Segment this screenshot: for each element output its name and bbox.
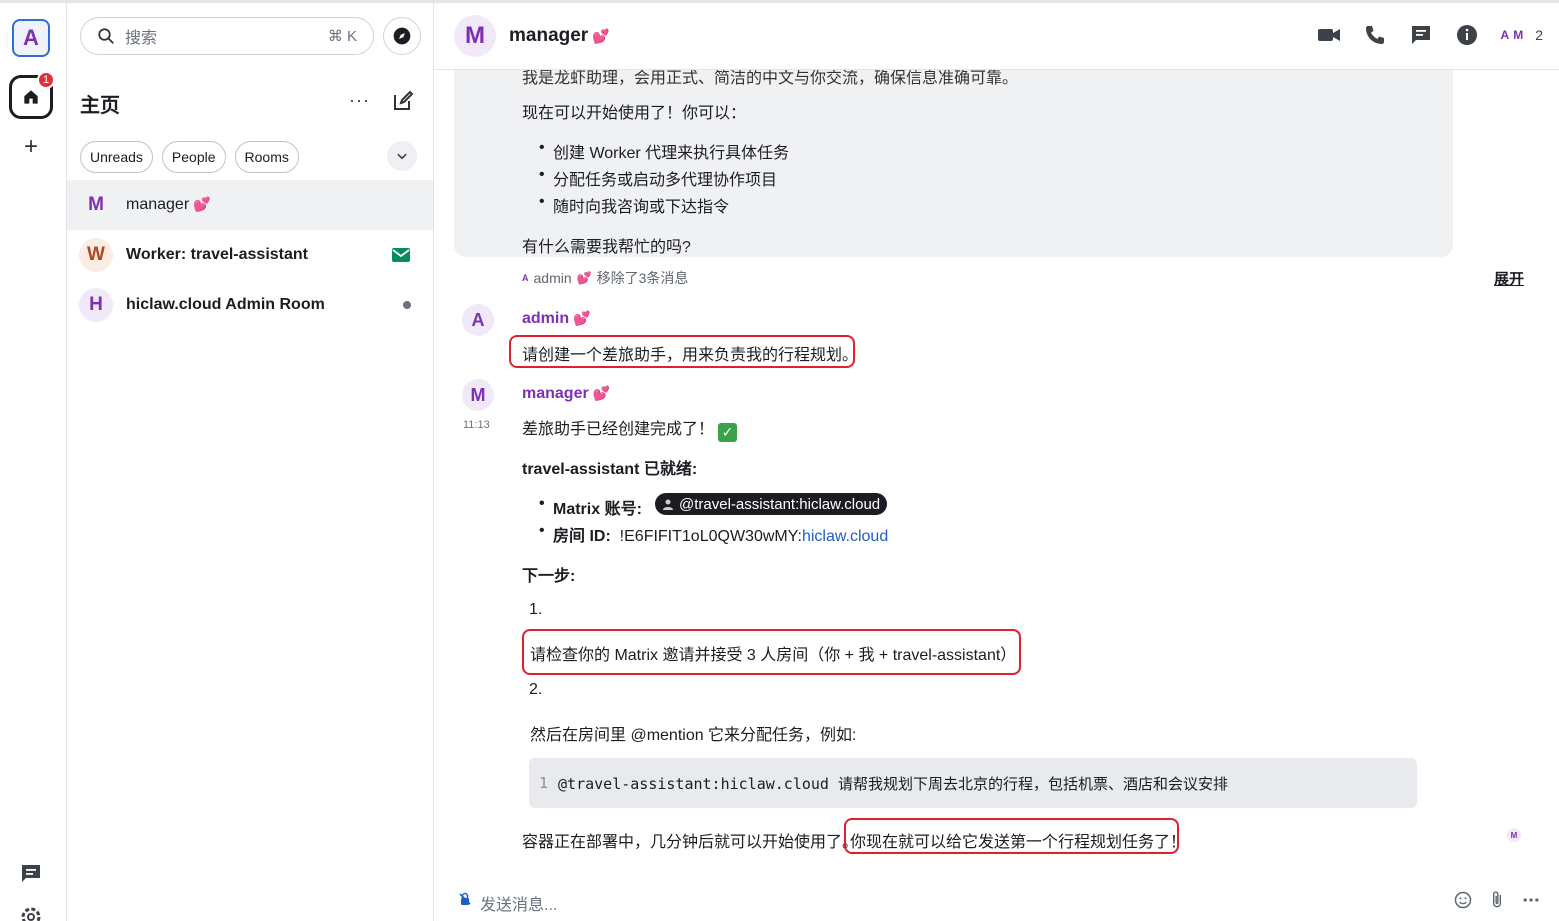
voice-call-icon[interactable] bbox=[1363, 23, 1387, 47]
heart-emoji: 💕 bbox=[193, 196, 211, 212]
step-number: 1. bbox=[529, 601, 543, 618]
matrix-label: Matrix 账号: bbox=[539, 495, 642, 519]
video-call-icon[interactable] bbox=[1317, 23, 1341, 47]
room-info-icon[interactable] bbox=[1455, 23, 1479, 47]
message-line: 差旅助手已经创建完成了！ ✓ bbox=[522, 415, 738, 442]
room-avatar: M bbox=[88, 194, 104, 215]
room-filter-chips: Unreads People Rooms bbox=[80, 141, 299, 173]
read-receipt-avatar[interactable]: M bbox=[1507, 828, 1521, 842]
heart-emoji: 💕 bbox=[573, 310, 591, 326]
message-body: 请创建一个差旅助手，用来负责我的行程规划。 bbox=[522, 347, 859, 364]
room-avatar: W bbox=[79, 238, 113, 272]
step-number: 2. bbox=[529, 681, 543, 698]
compose-icon[interactable] bbox=[391, 89, 415, 113]
code-text: @travel-assistant:hiclaw.cloud 请帮我规划下周去北… bbox=[558, 774, 1228, 793]
avatar[interactable]: M bbox=[462, 379, 494, 411]
heart-emoji: 💕 bbox=[592, 385, 611, 401]
member-count: 2 bbox=[1535, 27, 1543, 43]
message-heading: travel-assistant 已就绪: bbox=[522, 461, 698, 478]
sender-name[interactable]: admin 💕 bbox=[522, 310, 591, 328]
threads-icon[interactable] bbox=[1409, 23, 1433, 47]
room-header: M manager 💕 A M 2 bbox=[434, 3, 1559, 70]
member-list-button[interactable]: A M 2 bbox=[1501, 27, 1543, 43]
room-item-admin-room[interactable]: H hiclaw.cloud Admin Room bbox=[67, 280, 433, 330]
avatar: A bbox=[522, 273, 529, 283]
home-unread-badge: 1 bbox=[37, 71, 55, 89]
more-options-icon[interactable] bbox=[1521, 890, 1541, 910]
prev-bullet: 创建 Worker 代理来执行具体任务 bbox=[539, 139, 789, 163]
heart-emoji: 💕 bbox=[576, 271, 592, 285]
room-name: hiclaw.cloud Admin Room bbox=[126, 296, 325, 313]
header-actions: A M 2 bbox=[1317, 23, 1543, 47]
chevron-down-icon bbox=[397, 153, 407, 160]
room-name: manager 💕 bbox=[126, 196, 211, 213]
search-input[interactable]: 搜索 ⌘ K bbox=[80, 17, 374, 55]
user-icon bbox=[663, 499, 673, 510]
threads-icon[interactable] bbox=[19, 861, 43, 885]
user-mention-pill[interactable]: @travel-assistant:hiclaw.cloud bbox=[655, 493, 888, 515]
room-domain-link[interactable]: hiclaw.cloud bbox=[802, 528, 888, 545]
message-footer: 容器正在部署中，几分钟后就可以开始使用了。 bbox=[522, 834, 859, 851]
room-item-manager[interactable]: M manager 💕 bbox=[67, 180, 433, 230]
message-composer[interactable]: 发送消息... bbox=[434, 880, 1559, 921]
search-placeholder: 搜索 bbox=[125, 30, 158, 47]
attachment-icon[interactable] bbox=[1487, 890, 1507, 910]
chat-main: M manager 💕 A M 2 我是龙虾助理，会用正式、简洁的中文与你交流，确… bbox=[434, 3, 1559, 921]
add-space-button[interactable]: + bbox=[20, 135, 42, 159]
chip-unreads[interactable]: Unreads bbox=[80, 141, 153, 173]
step-text: 然后在房间里 @mention 它来分配任务，例如: bbox=[530, 727, 857, 744]
code-block: 1 @travel-assistant:hiclaw.cloud 请帮我规划下周… bbox=[529, 758, 1417, 808]
composer-actions bbox=[1453, 890, 1541, 910]
member-avatar: M bbox=[1513, 28, 1524, 42]
step-text: 请检查你的 Matrix 邀请并接受 3 人房间（你 + 我 + travel-… bbox=[530, 647, 1017, 664]
avatar[interactable]: A bbox=[462, 304, 494, 336]
prev-bullet: 分配任务或启动多代理协作项目 bbox=[539, 166, 777, 190]
expand-link[interactable]: 展开 bbox=[1494, 268, 1524, 289]
message-timestamp: 11:13 bbox=[463, 419, 490, 431]
heart-emoji: 💕 bbox=[592, 28, 610, 44]
notice-action: 移除了3条消息 bbox=[596, 270, 689, 286]
room-item-worker[interactable]: W Worker: travel-assistant bbox=[67, 230, 433, 280]
room-header-avatar[interactable]: M bbox=[454, 15, 496, 57]
cut-off-line: 我是龙虾助理，会用正式、简洁的中文与你交流，确保信息准确可靠。 bbox=[522, 70, 1019, 87]
filter-expand-button[interactable] bbox=[387, 141, 417, 171]
explore-rooms-button[interactable] bbox=[383, 17, 421, 55]
search-icon bbox=[98, 28, 114, 44]
room-list: M manager 💕 W Worker: travel-assistant H … bbox=[67, 180, 433, 330]
chip-rooms[interactable]: Rooms bbox=[234, 141, 299, 173]
room-header-name[interactable]: manager 💕 bbox=[509, 25, 610, 47]
message-heading: 下一步: bbox=[522, 568, 576, 585]
home-options-button[interactable]: ··· bbox=[349, 90, 370, 111]
message-timeline: 我是龙虾助理，会用正式、简洁的中文与你交流，确保信息准确可靠。 现在可以开始使用… bbox=[434, 70, 1559, 870]
home-icon bbox=[24, 90, 38, 104]
encryption-off-icon bbox=[459, 892, 471, 905]
room-id-line: 房间 ID: !E6FIFIT1oL0QW30wMY:hiclaw.cloud bbox=[539, 522, 888, 546]
user-avatar[interactable]: A bbox=[12, 19, 50, 57]
code-line-number: 1 bbox=[539, 774, 549, 792]
notice-user: admin bbox=[533, 270, 572, 286]
compass-icon bbox=[393, 27, 411, 45]
room-list-panel: 搜索 ⌘ K 主页 ··· Unreads People Rooms M man… bbox=[67, 3, 434, 921]
message-footer-highlight: 你现在就可以给它发送第一个行程规划任务了！ bbox=[850, 834, 1187, 851]
emoji-icon[interactable] bbox=[1453, 890, 1473, 910]
composer-placeholder[interactable]: 发送消息... bbox=[480, 891, 557, 915]
prev-intro: 现在可以开始使用了！你可以： bbox=[522, 105, 747, 122]
redaction-notice: A admin 💕 移除了3条消息 bbox=[522, 268, 688, 288]
prev-question: 有什么需要我帮忙的吗? bbox=[522, 239, 691, 256]
sender-name[interactable]: manager 💕 bbox=[522, 385, 610, 403]
prev-bullet: 随时向我咨询或下达指令 bbox=[539, 193, 729, 217]
unread-dot bbox=[403, 301, 411, 309]
check-mark-icon: ✓ bbox=[718, 423, 738, 442]
settings-gear-icon[interactable] bbox=[19, 905, 43, 921]
chip-people[interactable]: People bbox=[161, 141, 226, 173]
member-avatar: A bbox=[1500, 28, 1510, 42]
room-avatar: H bbox=[79, 288, 113, 322]
space-rail: A 1 + bbox=[0, 3, 67, 921]
home-title: 主页 bbox=[80, 95, 120, 117]
room-name: Worker: travel-assistant bbox=[126, 246, 308, 263]
search-shortcut: ⌘ K bbox=[327, 28, 357, 45]
envelope-icon bbox=[392, 248, 410, 262]
